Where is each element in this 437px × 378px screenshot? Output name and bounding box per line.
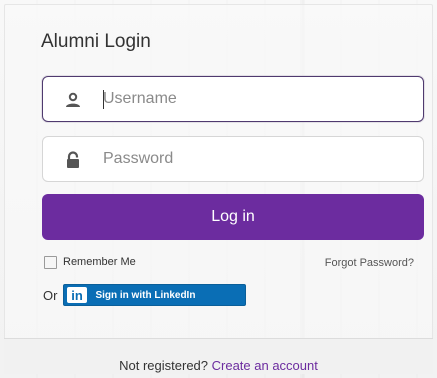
remember-checkbox[interactable] bbox=[44, 255, 57, 269]
linkedin-icon: in bbox=[66, 285, 88, 305]
login-button[interactable]: Log in bbox=[42, 194, 424, 240]
password-field[interactable] bbox=[42, 136, 424, 182]
linkedin-signin-button[interactable]: in Sign in with LinkedIn bbox=[63, 284, 247, 306]
lock-icon bbox=[63, 150, 83, 170]
password-input[interactable] bbox=[103, 145, 403, 173]
footer-text: Not registered? Create an account bbox=[4, 358, 433, 373]
text-cursor bbox=[103, 90, 104, 109]
not-registered-label: Not registered? bbox=[119, 358, 212, 373]
username-input[interactable] bbox=[103, 85, 403, 113]
page-title: Alumni Login bbox=[41, 31, 151, 52]
forgot-password-link[interactable]: Forgot Password? bbox=[325, 257, 414, 269]
remember-label[interactable]: Remember Me bbox=[63, 256, 136, 268]
login-card: Alumni Login Log in Remember Me Forgot P… bbox=[4, 4, 433, 374]
user-icon bbox=[63, 90, 83, 110]
signup-footer: Not registered? Create an account bbox=[4, 338, 433, 374]
create-account-link[interactable]: Create an account bbox=[212, 358, 318, 373]
remember-me[interactable]: Remember Me bbox=[44, 254, 136, 270]
social-login-row: Or in Sign in with LinkedIn bbox=[43, 284, 247, 306]
username-field[interactable] bbox=[42, 76, 424, 122]
linkedin-logo-text: in bbox=[72, 288, 84, 303]
or-label: Or bbox=[43, 287, 58, 303]
linkedin-label: Sign in with LinkedIn bbox=[95, 289, 196, 301]
